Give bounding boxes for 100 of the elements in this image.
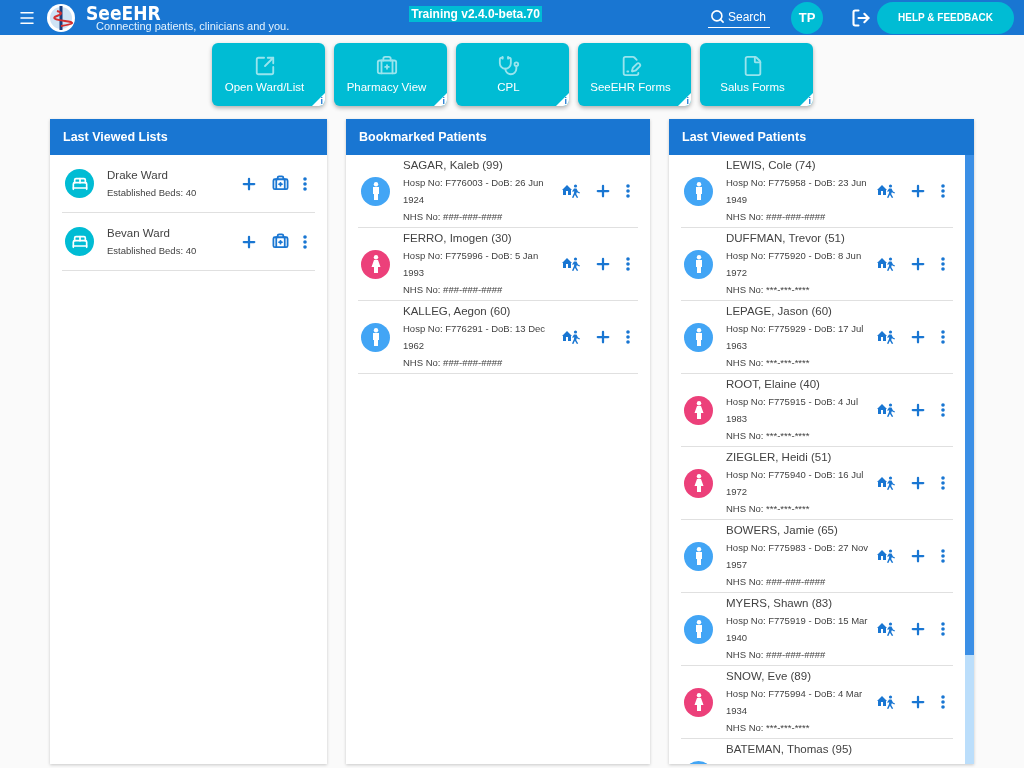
more-icon	[941, 476, 945, 490]
house-person-icon	[877, 257, 895, 271]
person-icon	[693, 474, 704, 492]
more-options-button[interactable]	[941, 184, 945, 198]
more-options-button[interactable]	[941, 622, 945, 636]
more-icon	[941, 622, 945, 636]
hospital-number: Hosp No: F775919 - DoB: 15 Mar 1940	[726, 614, 869, 645]
more-icon	[941, 695, 945, 709]
hospital-number: Hosp No: F775958 - DoB: 23 Jun 1949	[726, 176, 868, 207]
search-button[interactable]: Search	[707, 7, 770, 28]
scrollbar-thumb[interactable]	[965, 155, 974, 655]
house-person-icon	[877, 403, 895, 417]
more-icon	[941, 549, 945, 563]
more-icon	[626, 257, 630, 271]
more-options-button[interactable]	[941, 330, 945, 344]
nhs-number: NHS No: ###-###-####	[726, 210, 827, 224]
medical-bag-icon	[272, 175, 289, 192]
patient-name: ZIEGLER, Heidi (51)	[726, 450, 833, 465]
person-icon	[693, 182, 704, 200]
person-icon	[693, 328, 704, 346]
discharge-button[interactable]	[877, 549, 895, 563]
patient-name: BOWERS, Jamie (65)	[726, 523, 839, 538]
house-person-icon	[877, 184, 895, 198]
house-person-icon	[877, 695, 895, 709]
more-icon	[303, 176, 307, 191]
hospital-number: Hosp No: F775915 - DoB: 4 Jul 1983	[726, 395, 859, 426]
discharge-button[interactable]	[877, 184, 895, 198]
discharge-button[interactable]	[562, 257, 580, 271]
pharmacy-button[interactable]	[272, 175, 289, 192]
patient-name: SNOW, Eve (89)	[726, 669, 812, 684]
house-person-icon	[877, 476, 895, 490]
shortcut-tile[interactable]: Open Ward/List i	[212, 43, 325, 106]
plus-icon	[594, 182, 612, 200]
discharge-button[interactable]	[877, 622, 895, 636]
add-button[interactable]	[594, 255, 612, 273]
ward-name: Bevan Ward	[107, 226, 171, 241]
more-options-button[interactable]	[941, 257, 945, 271]
more-options-button[interactable]	[626, 184, 630, 198]
open-external-icon	[253, 55, 276, 77]
discharge-button[interactable]	[877, 330, 895, 344]
house-person-icon	[562, 257, 580, 271]
add-button[interactable]	[909, 693, 927, 711]
info-corner[interactable]: i	[434, 93, 447, 106]
logout-button[interactable]	[851, 7, 871, 28]
version-label: Training v2.4.0-beta.70	[409, 6, 542, 22]
pharmacy-button[interactable]	[272, 233, 289, 250]
logout-icon	[851, 7, 871, 28]
more-options-button[interactable]	[626, 330, 630, 344]
more-options-button[interactable]	[626, 257, 630, 271]
more-options-button[interactable]	[303, 176, 307, 191]
add-button[interactable]	[909, 474, 927, 492]
nhs-number: NHS No: ###-###-####	[726, 575, 827, 589]
shortcut-tile[interactable]: SeeEHR Forms i	[578, 43, 691, 106]
more-options-button[interactable]	[303, 234, 307, 249]
add-button[interactable]	[909, 255, 927, 273]
discharge-button[interactable]	[877, 403, 895, 417]
nhs-number: NHS No: ***-***-****	[726, 429, 811, 443]
person-icon	[370, 182, 381, 200]
ward-beds: Established Beds: 40	[107, 186, 198, 200]
bed-icon	[71, 233, 88, 250]
add-button[interactable]	[909, 401, 927, 419]
discharge-button[interactable]	[562, 184, 580, 198]
person-icon	[370, 328, 381, 346]
discharge-button[interactable]	[877, 257, 895, 271]
plus-icon	[909, 474, 927, 492]
shortcut-tile[interactable]: CPL i	[456, 43, 569, 106]
nhs-number: NHS No: ###-###-####	[403, 210, 504, 224]
more-icon	[941, 257, 945, 271]
nhs-number: NHS No: ***-***-****	[726, 721, 811, 735]
add-button[interactable]	[909, 547, 927, 565]
hospital-number: Hosp No: F775996 - DoB: 5 Jan 1993	[403, 249, 540, 280]
shortcut-tile[interactable]: Salus Forms i	[700, 43, 813, 106]
add-button[interactable]	[594, 328, 612, 346]
hospital-number: Hosp No: F775940 - DoB: 16 Jul 1972	[726, 468, 865, 499]
hospital-number: Hosp No: F775994 - DoB: 4 Mar 1934	[726, 687, 864, 718]
plus-icon	[909, 182, 927, 200]
more-options-button[interactable]	[941, 695, 945, 709]
app-tagline: Connecting patients, clinicians and you.	[96, 20, 290, 32]
add-button[interactable]	[909, 620, 927, 638]
discharge-button[interactable]	[877, 476, 895, 490]
more-options-button[interactable]	[941, 476, 945, 490]
person-icon	[693, 401, 704, 419]
discharge-button[interactable]	[877, 695, 895, 709]
person-icon	[693, 620, 704, 638]
info-corner[interactable]: i	[556, 93, 569, 106]
more-options-button[interactable]	[941, 549, 945, 563]
add-button[interactable]	[909, 328, 927, 346]
add-button[interactable]	[909, 182, 927, 200]
more-options-button[interactable]	[941, 403, 945, 417]
hospital-number: Hosp No: F775920 - DoB: 8 Jun 1972	[726, 249, 863, 280]
info-corner[interactable]: i	[800, 93, 813, 106]
add-button[interactable]	[594, 182, 612, 200]
nhs-number: NHS No: ***-***-****	[726, 502, 811, 516]
house-person-icon	[877, 330, 895, 344]
person-icon	[370, 255, 381, 273]
discharge-button[interactable]	[562, 330, 580, 344]
info-corner[interactable]: i	[678, 93, 691, 106]
info-corner[interactable]: i	[312, 93, 325, 106]
more-icon	[941, 330, 945, 344]
shortcut-tile[interactable]: Pharmacy View i	[334, 43, 447, 106]
